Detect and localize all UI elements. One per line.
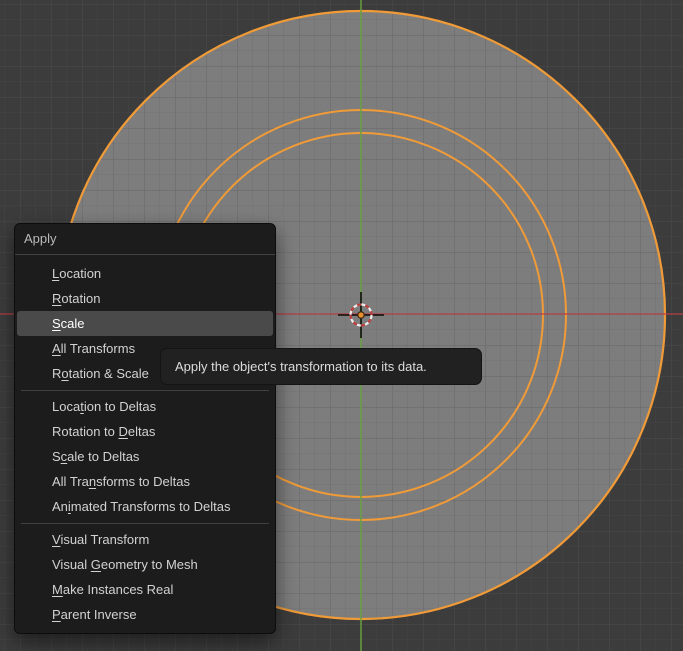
menu-item-parent-inverse[interactable]: Parent Inverse [17,602,273,627]
apply-menu-items: LocationRotationScaleAll TransformsRotat… [15,255,275,627]
blender-3d-viewport: Apply LocationRotationScaleAll Transform… [0,0,683,651]
menu-item-scale[interactable]: Scale [17,311,273,336]
tooltip: Apply the object's transformation to its… [160,348,482,385]
menu-item-make-instances-real[interactable]: Make Instances Real [17,577,273,602]
menu-item-rotation-to-deltas[interactable]: Rotation to Deltas [17,419,273,444]
menu-item-animated-transforms-to-deltas[interactable]: Animated Transforms to Deltas [17,494,273,519]
menu-separator [21,523,269,524]
menu-item-scale-to-deltas[interactable]: Scale to Deltas [17,444,273,469]
menu-separator [21,390,269,391]
menu-item-visual-geometry-to-mesh[interactable]: Visual Geometry to Mesh [17,552,273,577]
menu-item-rotation[interactable]: Rotation [17,286,273,311]
object-origin-dot [358,312,364,318]
menu-item-location[interactable]: Location [17,261,273,286]
menu-item-location-to-deltas[interactable]: Location to Deltas [17,394,273,419]
apply-menu: Apply LocationRotationScaleAll Transform… [14,223,276,634]
menu-item-visual-transform[interactable]: Visual Transform [17,527,273,552]
apply-menu-title: Apply [15,224,275,254]
tooltip-text: Apply the object's transformation to its… [175,359,427,374]
menu-item-all-transforms-to-deltas[interactable]: All Transforms to Deltas [17,469,273,494]
